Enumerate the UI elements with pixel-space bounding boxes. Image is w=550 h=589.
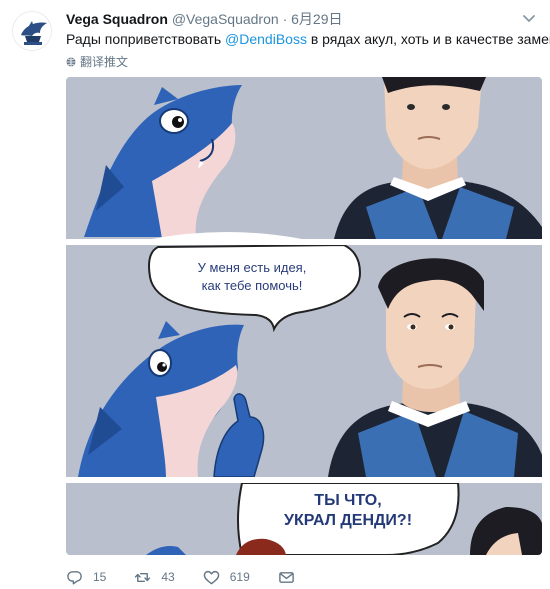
vega-logo bbox=[13, 12, 51, 50]
avatar[interactable] bbox=[12, 11, 52, 51]
comic-panel-2: У меня есть идея, как тебе помочь! bbox=[66, 243, 542, 478]
tweet-actions: 15 43 619 bbox=[66, 568, 323, 586]
bubble-shout-2: УКРАЛ ДЕНДИ?! bbox=[284, 512, 412, 529]
tweet-text-part: в рядах акул, хоть и в качестве замены. bbox=[306, 31, 550, 47]
like-button[interactable]: 619 bbox=[203, 569, 250, 586]
tweet-date[interactable]: 6月29日 bbox=[291, 11, 342, 27]
retweet-count: 43 bbox=[161, 570, 175, 584]
bubble-line-2: как тебе помочь! bbox=[202, 278, 303, 293]
separator-dot: · bbox=[282, 11, 288, 27]
globe-icon bbox=[66, 57, 76, 66]
user-handle[interactable]: @VegaSquadron bbox=[172, 11, 279, 27]
like-icon bbox=[203, 570, 220, 584]
tweet-text: Рады поприветствовать @DendiBoss в рядах… bbox=[66, 31, 550, 47]
translate-tweet[interactable]: 翻译推文 bbox=[66, 53, 128, 70]
reply-button[interactable]: 15 bbox=[66, 569, 106, 586]
translate-label: 翻译推文 bbox=[80, 55, 129, 69]
display-name[interactable]: Vega Squadron bbox=[66, 11, 168, 27]
reply-icon bbox=[67, 570, 82, 584]
direct-message-icon bbox=[278, 571, 294, 583]
direct-message-button[interactable] bbox=[278, 569, 295, 586]
comic-strip: У меня есть идея, как тебе помочь! ТЫ ЧТ… bbox=[66, 77, 542, 555]
bubble-line-1: У меня есть идея, bbox=[198, 260, 307, 275]
tweet-card[interactable]: Vega Squadron @VegaSquadron · 6月29日 Рады… bbox=[0, 0, 550, 589]
tweet-header: Vega Squadron @VegaSquadron · 6月29日 bbox=[66, 9, 520, 27]
bubble-shout-1: ТЫ ЧТО, bbox=[314, 492, 381, 509]
chevron-down-icon[interactable] bbox=[522, 14, 536, 24]
tweet-media-image[interactable]: У меня есть идея, как тебе помочь! ТЫ ЧТ… bbox=[66, 77, 542, 555]
comic-panel-1 bbox=[66, 77, 542, 239]
mention-link[interactable]: @DendiBoss bbox=[225, 31, 307, 47]
retweet-icon bbox=[135, 572, 151, 582]
reply-count: 15 bbox=[93, 570, 107, 584]
tweet-text-part: Рады поприветствовать bbox=[66, 31, 226, 47]
like-count: 619 bbox=[229, 570, 250, 584]
comic-panel-3: ТЫ ЧТО, УКРАЛ ДЕНДИ?! bbox=[66, 482, 542, 555]
retweet-button[interactable]: 43 bbox=[134, 569, 175, 586]
